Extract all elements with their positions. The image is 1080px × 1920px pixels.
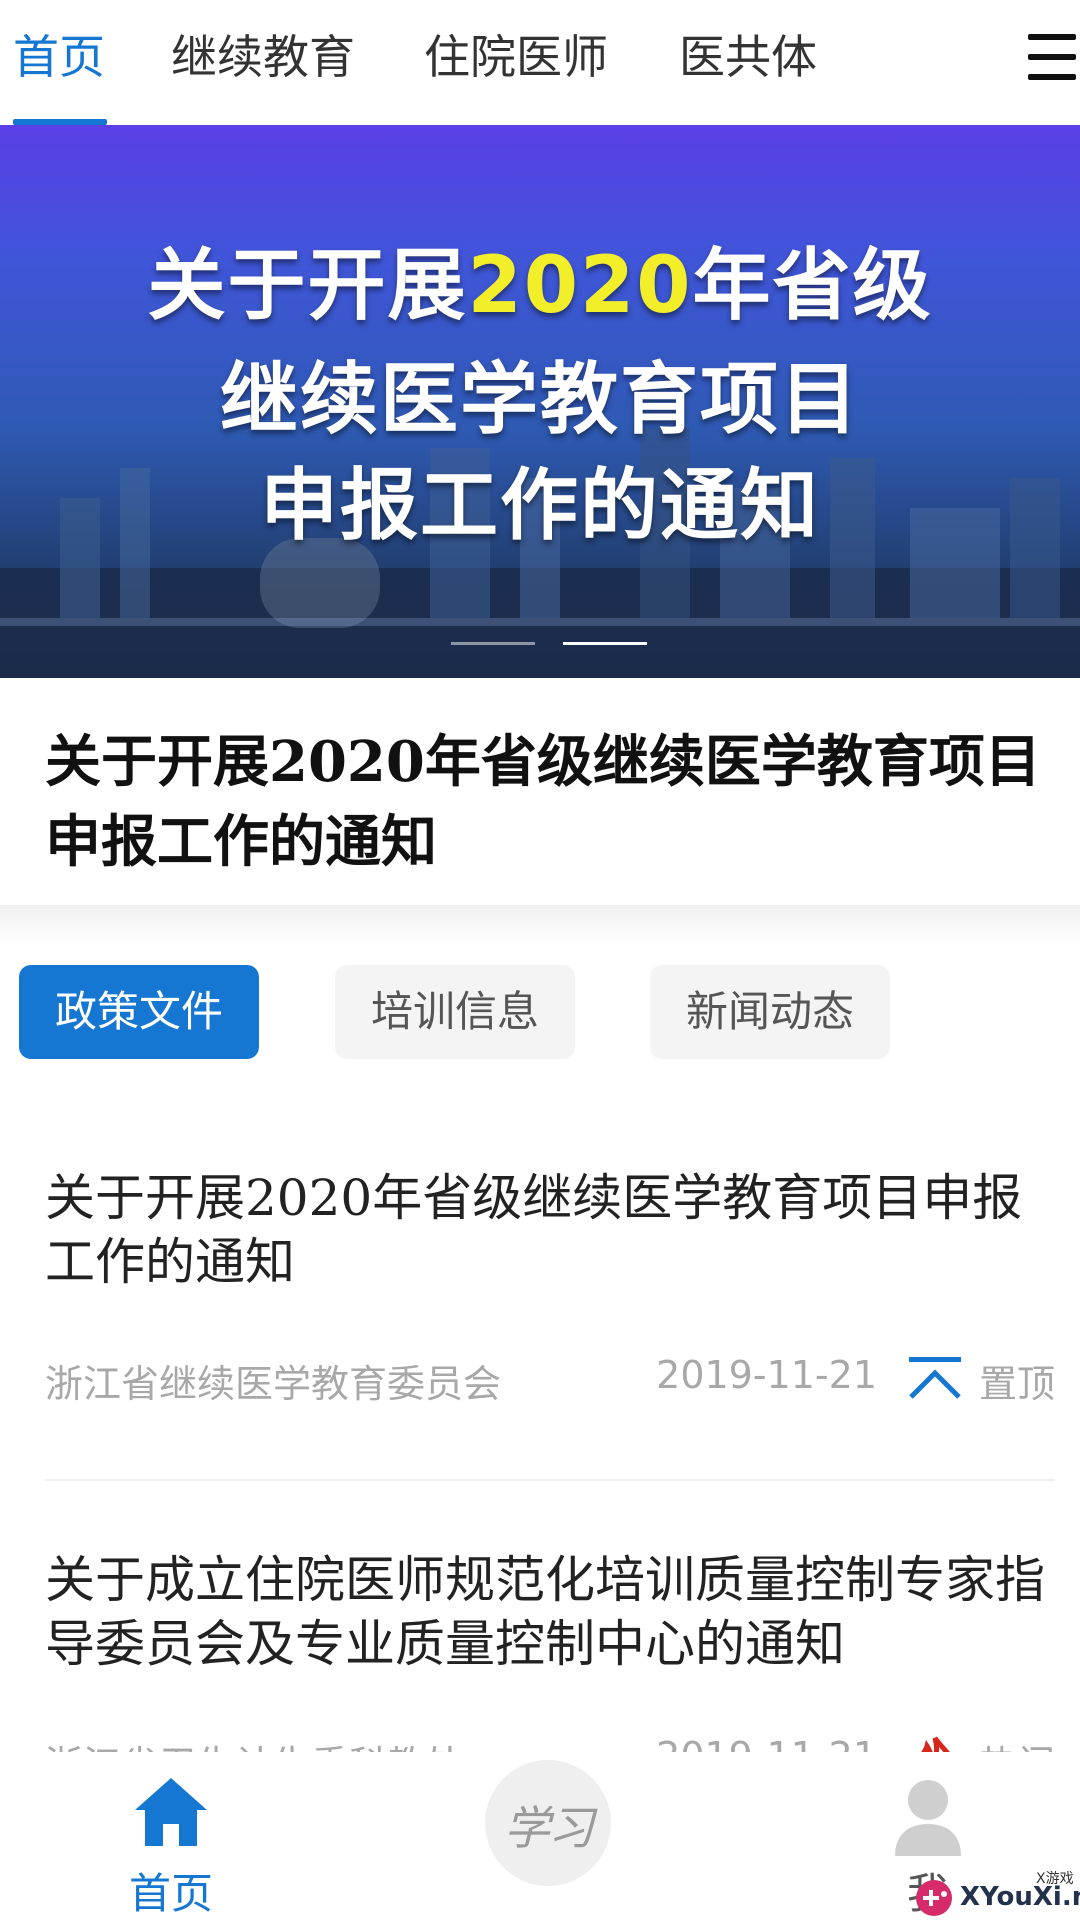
category-policy-documents[interactable]: 政策文件 bbox=[19, 965, 259, 1059]
top-navigation: 首页 继续教育 住院医师 医共体 bbox=[0, 0, 1080, 125]
category-news[interactable]: 新闻动态 bbox=[650, 965, 890, 1059]
section-separator bbox=[0, 905, 1080, 945]
article-date: 2019-11-21 bbox=[656, 1353, 877, 1397]
banner-year: 2020 bbox=[467, 241, 693, 331]
nav-home[interactable]: 首页 bbox=[71, 1752, 271, 1920]
divider bbox=[45, 1479, 1055, 1481]
pin-top-icon bbox=[909, 1357, 961, 1399]
banner-carousel[interactable]: 关于开展2020年省级 继续医学教育项目 申报工作的通知 bbox=[0, 125, 1080, 678]
tab-home[interactable]: 首页 bbox=[13, 24, 105, 90]
carousel-dot[interactable] bbox=[451, 642, 535, 645]
gamepad-icon bbox=[916, 1880, 952, 1916]
banner-line-3: 申报工作的通知 bbox=[259, 461, 820, 551]
banner-line-1: 关于开展2020年省级 bbox=[147, 241, 933, 331]
carousel-dot-active[interactable] bbox=[563, 642, 647, 645]
watermark-small: X游戏 bbox=[1036, 1871, 1074, 1887]
home-icon bbox=[135, 1778, 207, 1846]
user-icon bbox=[895, 1780, 961, 1856]
article-title: 关于成立住院医师规范化培训质量控制专家指导委员会及专业质量控制中心的通知 bbox=[45, 1551, 1045, 1673]
pinned-badge: 置顶 bbox=[978, 1362, 1055, 1406]
watermark-logo: XYouXi.net X游戏 bbox=[910, 1868, 1080, 1920]
article-title: 关于开展2020年省级继续医学教育项目申报工作的通知 bbox=[45, 1169, 1023, 1291]
article-source: 浙江省继续医学教育委员会 bbox=[45, 1362, 502, 1406]
tab-resident-physician[interactable]: 住院医师 bbox=[424, 24, 608, 90]
study-label: 学习 bbox=[504, 1801, 594, 1855]
study-center-button[interactable]: 学习 bbox=[485, 1760, 611, 1886]
carousel-indicators bbox=[0, 642, 1080, 646]
tab-medical-community[interactable]: 医共体 bbox=[679, 24, 817, 90]
hamburger-menu-icon[interactable] bbox=[1028, 34, 1076, 80]
list-item[interactable]: 关于成立住院医师规范化培训质量控制专家指导委员会及专业质量控制中心的通知 bbox=[45, 1548, 1055, 1676]
article-meta: 浙江省继续医学教育委员会 2019-11-21 置顶 bbox=[45, 1345, 1055, 1406]
featured-headline[interactable]: 关于开展2020年省级继续医学教育项目申报工作的通知 bbox=[45, 722, 1045, 882]
category-training-info[interactable]: 培训信息 bbox=[335, 965, 575, 1059]
nav-home-label: 首页 bbox=[128, 1869, 213, 1918]
list-item[interactable]: 关于开展2020年省级继续医学教育项目申报工作的通知 bbox=[45, 1166, 1055, 1294]
banner-line-2: 继续医学教育项目 bbox=[219, 355, 860, 445]
tab-continuing-education[interactable]: 继续教育 bbox=[171, 24, 355, 90]
